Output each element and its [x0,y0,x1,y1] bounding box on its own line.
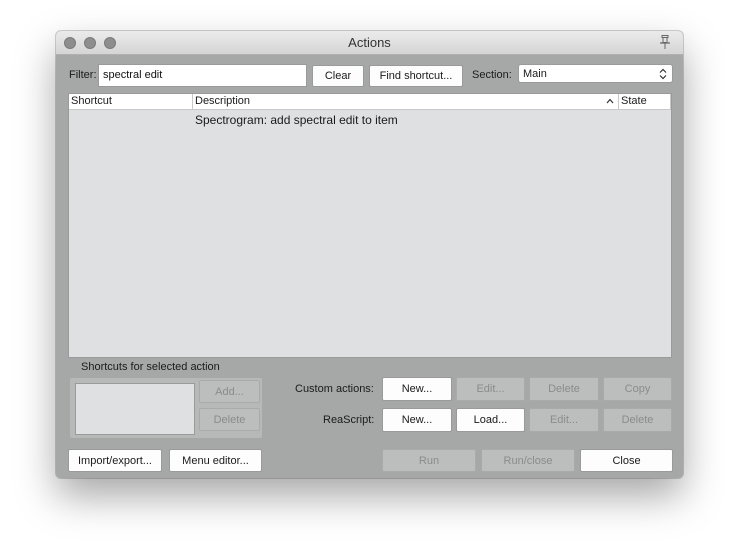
row-description: Spectrogram: add spectral edit to item [195,113,398,127]
column-header-state[interactable]: State [621,95,647,107]
list-header: Shortcut Description State [69,94,671,110]
chevron-up-icon [606,98,614,104]
reascript-label: ReaScript: [323,414,375,426]
section-label: Section: [472,69,512,81]
custom-copy-button[interactable]: Copy [603,377,672,401]
reascript-edit-button[interactable]: Edit... [529,408,599,432]
section-select[interactable]: Main [518,64,673,83]
custom-new-button[interactable]: New... [382,377,452,401]
custom-delete-button[interactable]: Delete [529,377,599,401]
filter-input[interactable]: spectral edit [98,64,307,87]
filter-label: Filter: [69,69,97,81]
delete-shortcut-button[interactable]: Delete [199,408,260,431]
shortcuts-list[interactable] [75,383,195,435]
run-button[interactable]: Run [382,449,476,472]
pin-icon[interactable] [657,34,673,50]
reascript-load-button[interactable]: Load... [456,408,525,432]
window-title: Actions [348,35,391,50]
run-close-button[interactable]: Run/close [481,449,575,472]
reascript-delete-button[interactable]: Delete [603,408,672,432]
title-bar[interactable]: Actions [56,31,683,55]
section-selected-value: Main [523,67,547,80]
up-down-arrows-icon [659,68,667,80]
column-header-shortcut[interactable]: Shortcut [71,95,112,107]
actions-window: Actions Filter: spectral edit Clear Find… [56,31,683,478]
custom-edit-button[interactable]: Edit... [456,377,525,401]
reascript-new-button[interactable]: New... [382,408,452,432]
shortcuts-panel-title: Shortcuts for selected action [81,361,220,373]
custom-actions-label: Custom actions: [295,383,374,395]
table-row[interactable]: Spectrogram: add spectral edit to item [69,112,671,130]
actions-list[interactable]: Shortcut Description State Spectrogram: … [68,93,672,358]
shortcuts-panel: Add... Delete [70,378,262,438]
close-button[interactable]: Close [580,449,673,472]
add-shortcut-button[interactable]: Add... [199,380,260,403]
menu-editor-button[interactable]: Menu editor... [169,449,262,472]
clear-button[interactable]: Clear [312,65,364,87]
column-header-description[interactable]: Description [195,95,250,107]
import-export-button[interactable]: Import/export... [68,449,162,472]
find-shortcut-button[interactable]: Find shortcut... [369,65,463,87]
